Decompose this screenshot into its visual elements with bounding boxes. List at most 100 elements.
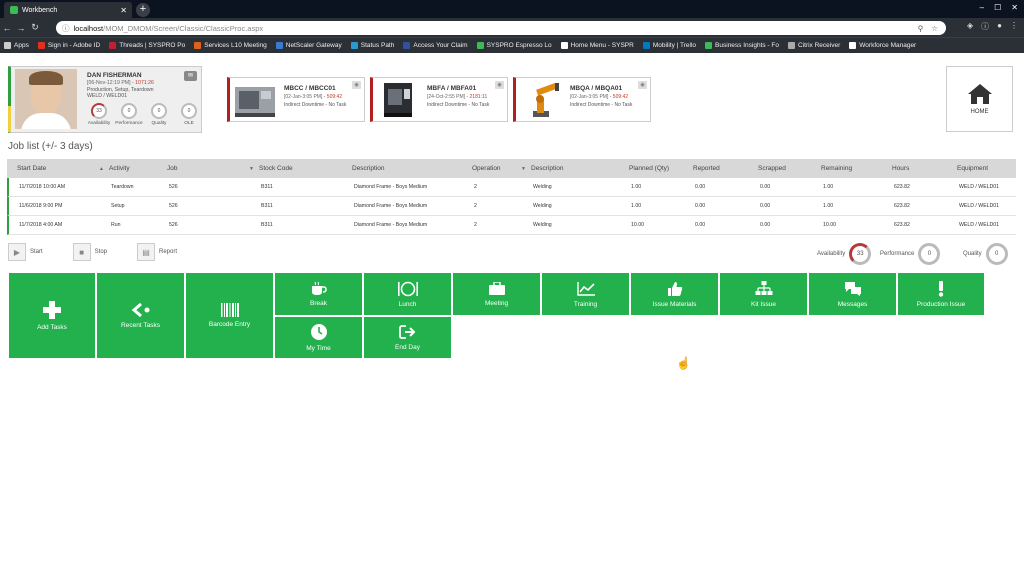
header-remaining[interactable]: Remaining — [821, 165, 852, 172]
report-button[interactable]: ▤ Report — [137, 243, 177, 261]
kpi-ring: 0 — [181, 103, 197, 119]
operator-status-bar — [8, 106, 11, 132]
bookmark-favicon-icon — [37, 42, 45, 49]
minimize-icon[interactable]: – — [980, 3, 984, 12]
bookmark-label: Services L10 Meeting — [204, 42, 267, 49]
header-reported[interactable]: Reported — [693, 165, 720, 172]
info-icon[interactable]: ⓘ — [62, 23, 70, 34]
bookmark-item[interactable]: Home Menu - SYSPR — [560, 42, 634, 49]
cell-start-date: 11/7/2018 4:00 AM — [19, 222, 63, 228]
stop-button[interactable]: ■ Stop — [72, 243, 107, 261]
address-bar[interactable]: ⓘ localhost /MOM_DMOM/Screen/Classic/Cla… — [56, 21, 946, 35]
forward-icon[interactable]: → — [14, 23, 28, 33]
my-time-tile[interactable]: My Time — [274, 316, 363, 359]
sort-arrow-icon[interactable]: ▼ — [521, 166, 526, 172]
bookmark-label: Status Path — [360, 42, 395, 49]
machine-timer: 509:42 — [326, 94, 343, 100]
home-button[interactable]: HOME — [946, 66, 1013, 132]
header-job[interactable]: Job — [167, 165, 177, 172]
bookmark-item[interactable]: Sign in - Adobe ID — [37, 42, 100, 49]
machine-card-mbfa[interactable]: MBFA / MBFA01 [24-Oct-2:55 PM] - 2181:11… — [370, 77, 508, 122]
maximize-icon[interactable]: ☐ — [994, 3, 1001, 12]
table-row[interactable]: 11/6/2018 9:00 PM Setup 526 B311 Diamond Fra… — [7, 197, 1016, 216]
machine-date: [02-Jan-3:05 PM] - — [284, 94, 326, 100]
recent-tasks-tile[interactable]: Recent Tasks — [96, 272, 185, 359]
mail-icon[interactable]: ✉ — [184, 71, 197, 81]
header-operation[interactable]: Operation — [472, 165, 501, 172]
bookmark-favicon-icon — [476, 42, 484, 49]
zoom-icon[interactable]: ⚲ — [918, 24, 924, 33]
cell-op-description: Welding — [533, 203, 552, 209]
kpi-performance: 0 Performance — [115, 103, 143, 126]
start-button[interactable]: ▶ Start — [8, 243, 43, 261]
bookmark-item[interactable]: Status Path — [350, 42, 395, 49]
messages-tile[interactable]: Messages — [808, 272, 897, 316]
end-day-tile[interactable]: End Day — [363, 316, 452, 359]
cell-stock-code: B311 — [261, 203, 273, 209]
extension-info-icon[interactable]: ⓘ — [981, 21, 989, 32]
table-row[interactable]: 11/7/2018 4:00 AM Run 526 B311 Diamond Frame… — [7, 216, 1016, 235]
barcode-entry-tile[interactable]: Barcode Entry — [185, 272, 274, 359]
bookmark-item[interactable]: Workforce Manager — [849, 42, 916, 49]
messages-label: Messages — [837, 300, 868, 308]
add-tasks-tile[interactable]: Add Tasks — [8, 272, 96, 359]
header-start-date[interactable]: Start Date — [17, 165, 46, 172]
bookmark-label: SYSPRO Espresso Lo — [486, 42, 552, 49]
bookmark-star-icon[interactable]: ☆ — [931, 24, 938, 33]
cell-activity: Setup — [111, 203, 125, 209]
machine-status: Indirect Downtime - No Task — [284, 102, 347, 108]
bookmark-item[interactable]: Mobility | Trello — [642, 42, 696, 49]
machine-clock: [02-Jan-3:05 PM] - 509:42 — [284, 94, 342, 100]
kit-issue-tile[interactable]: Kit Issue — [719, 272, 808, 316]
new-tab-button[interactable]: + — [136, 3, 150, 17]
kpi-ring: 0 — [151, 103, 167, 119]
operator-card[interactable]: DAN FISHERMAN [06-Nov-12:19 PM] - 1071:2… — [8, 66, 202, 133]
bookmark-item[interactable]: Threads | SYSPRO Po — [109, 42, 185, 49]
header-scrapped[interactable]: Scrapped — [758, 165, 786, 172]
header-planned-qty[interactable]: Planned (Qty) — [629, 165, 669, 172]
machine-card-mbqa[interactable]: MBQA / MBQA01 [02-Jan-3:05 PM] - 509:42 … — [513, 77, 651, 122]
cell-operation: 2 — [474, 184, 477, 190]
bookmark-item[interactable]: Citrix Receiver — [788, 42, 840, 49]
sort-arrow-icon[interactable]: ▲ — [99, 166, 104, 172]
perf-performance-label: Performance — [880, 251, 915, 257]
sort-arrow-icon[interactable]: ▼ — [249, 166, 254, 172]
header-activity[interactable]: Activity — [109, 165, 130, 172]
training-tile[interactable]: Training — [541, 272, 630, 316]
home-label: HOME — [970, 109, 989, 115]
production-issue-tile[interactable]: Production Issue — [897, 272, 985, 316]
table-row[interactable]: 11/7/2018 10:00 AM Teardown 526 B311 Diamond… — [7, 178, 1016, 197]
machine-card-mbcc[interactable]: MBCC / MBCC01 [02-Jan-3:05 PM] - 509:42 … — [227, 77, 365, 122]
kpi-label: Performance — [115, 121, 143, 126]
header-description[interactable]: Description — [352, 165, 385, 172]
lunch-tile[interactable]: Lunch — [363, 272, 452, 316]
reload-icon[interactable]: ↻ — [28, 22, 42, 33]
bookmark-item[interactable]: Business Insights - Fo — [705, 42, 779, 49]
machining-center-icon — [384, 83, 412, 117]
bookmark-item[interactable]: Access Your Claim — [403, 42, 468, 49]
header-equipment[interactable]: Equipment — [957, 165, 988, 172]
close-window-icon[interactable]: ✕ — [1011, 3, 1018, 12]
play-icon: ▶ — [8, 243, 26, 261]
profile-icon[interactable]: ● — [997, 21, 1002, 32]
browser-tab[interactable]: Workbench ✕ — [4, 2, 132, 18]
extension-shield-icon[interactable]: ◈ — [967, 21, 973, 32]
header-op-description[interactable]: Description — [531, 165, 564, 172]
bookmarks-bar: Apps Sign in - Adobe ID Threads | SYSPRO P… — [0, 37, 1024, 53]
menu-icon[interactable]: ⋮ — [1010, 21, 1018, 32]
bookmark-label: Citrix Receiver — [798, 42, 841, 49]
bookmark-item[interactable]: Services L10 Meeting — [194, 42, 267, 49]
issue-materials-tile[interactable]: Issue Materials — [630, 272, 719, 316]
end-day-label: End Day — [395, 344, 420, 351]
break-tile[interactable]: Break — [274, 272, 363, 316]
meeting-tile[interactable]: Meeting — [452, 272, 541, 316]
machine-status: Indirect Downtime - No Task — [427, 102, 490, 108]
bookmark-item[interactable]: Apps — [4, 42, 29, 49]
bookmark-item[interactable]: NetScaler Gateway — [275, 42, 342, 49]
header-hours[interactable]: Hours — [892, 165, 909, 172]
close-tab-icon[interactable]: ✕ — [120, 6, 127, 15]
meeting-icon — [488, 281, 505, 295]
back-icon[interactable]: ← — [0, 23, 14, 33]
header-stock-code[interactable]: Stock Code — [259, 165, 293, 172]
bookmark-item[interactable]: SYSPRO Espresso Lo — [476, 42, 552, 49]
